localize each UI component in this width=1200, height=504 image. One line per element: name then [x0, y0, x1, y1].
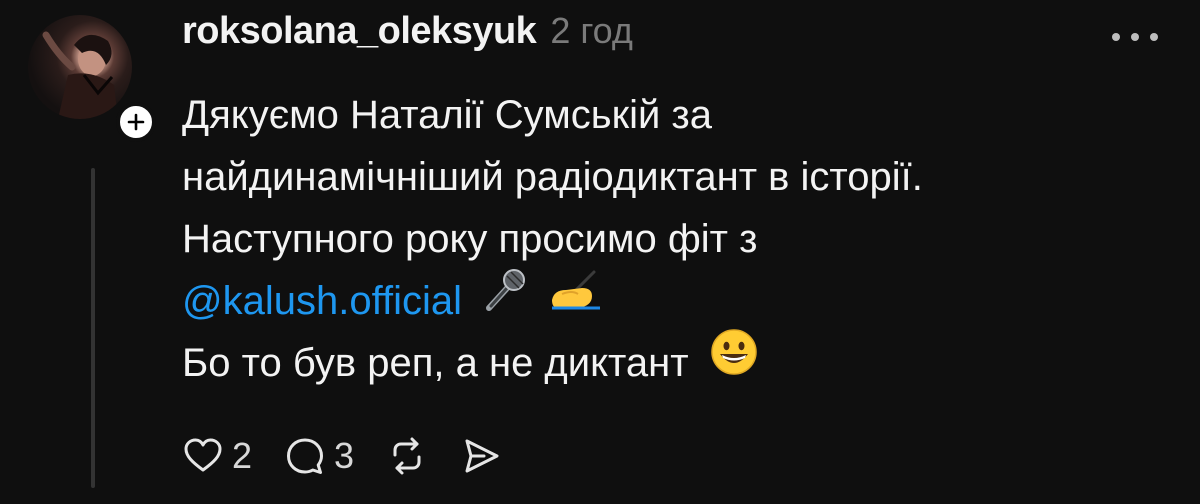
repost-icon	[393, 437, 421, 475]
mention-link[interactable]: @kalush.official	[182, 279, 462, 323]
heart-icon	[184, 438, 222, 472]
plus-icon	[127, 113, 145, 131]
follow-button[interactable]	[116, 102, 156, 142]
microphone-icon	[483, 268, 527, 330]
post-text: Дякуємо Наталії Сумській за найдинамічні…	[182, 84, 1182, 394]
avatar[interactable]	[28, 15, 132, 119]
more-dot	[1150, 33, 1158, 41]
avatar-container[interactable]	[28, 15, 156, 142]
post-line: Наступного року просимо фіт з	[182, 217, 758, 261]
mention-line: @kalush.official	[182, 268, 1182, 332]
post-header: roksolana_oleksyuk 2 год	[182, 10, 633, 53]
like-button[interactable]: 2	[182, 435, 252, 477]
avatar-photo	[42, 31, 118, 119]
post-line: Дякуємо Наталії Сумській за	[182, 93, 712, 137]
more-dot	[1131, 33, 1139, 41]
more-dot	[1112, 33, 1120, 41]
reply-button[interactable]: 3	[284, 435, 354, 477]
like-count: 2	[232, 435, 253, 476]
share-button[interactable]	[460, 435, 502, 477]
action-bar: 2 3	[182, 434, 534, 478]
post-time: 2 год	[550, 10, 633, 51]
post-line-last: Бо то був реп, а не диктант	[182, 341, 689, 385]
reply-count: 3	[334, 435, 355, 476]
username[interactable]: roksolana_oleksyuk	[182, 10, 537, 53]
share-icon	[465, 439, 499, 473]
repost-button[interactable]	[386, 435, 428, 477]
closing-line: Бо то був реп, а не диктант	[182, 329, 1182, 394]
thread-line	[91, 168, 95, 488]
more-options-icon[interactable]	[1112, 30, 1158, 44]
post-line: найдинамічніший радіодиктант в історії.	[182, 155, 923, 199]
writing-hand-icon	[548, 268, 604, 330]
comment-icon	[287, 438, 324, 474]
grinning-face-icon	[710, 328, 758, 394]
